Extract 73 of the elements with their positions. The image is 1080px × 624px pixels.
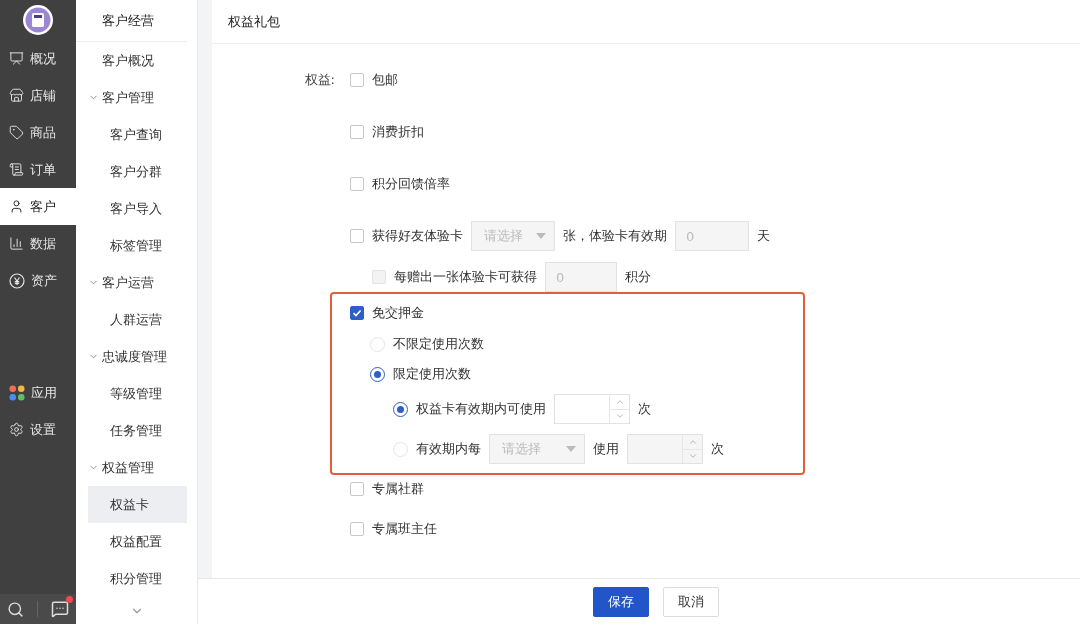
nav-icon: [9, 236, 24, 251]
nav-item[interactable]: 店铺: [0, 77, 76, 114]
benefit-label: 包邮: [372, 71, 398, 89]
radio-button[interactable]: [370, 366, 385, 382]
number-input[interactable]: [554, 394, 630, 424]
search-icon[interactable]: [6, 600, 24, 618]
menu-item[interactable]: 权益卡: [88, 486, 187, 523]
nav-item[interactable]: 设置: [0, 411, 76, 448]
nav-icon: [9, 125, 24, 140]
benefit-label: 积分回馈倍率: [372, 175, 450, 193]
nav-item[interactable]: 客户: [0, 188, 76, 225]
unit-text: 天: [757, 227, 770, 245]
benefit-label: 专属班主任: [372, 520, 437, 538]
unit-text: 使用: [593, 440, 619, 458]
nav-item[interactable]: 商品: [0, 114, 76, 151]
nav-item[interactable]: 概况: [0, 40, 76, 77]
number-input[interactable]: [627, 434, 703, 464]
menu-item[interactable]: 权益配置: [88, 523, 187, 560]
checkbox[interactable]: [350, 522, 364, 536]
option-label: 有效期内每: [416, 440, 481, 458]
menu-item[interactable]: 积分管理: [88, 560, 187, 597]
menu-group[interactable]: 客户运营: [76, 264, 197, 301]
field-label: 权益:: [303, 71, 335, 89]
caret-icon: [536, 233, 546, 239]
unit-text: 次: [711, 440, 724, 458]
menu-group[interactable]: 忠诚度管理: [76, 338, 197, 375]
nav-item[interactable]: 应用: [0, 374, 76, 411]
menu-item[interactable]: 等级管理: [88, 375, 187, 412]
checkbox[interactable]: [350, 73, 364, 87]
nav-item[interactable]: 订单: [0, 151, 76, 188]
nav-item[interactable]: 数据: [0, 225, 76, 262]
checkbox[interactable]: [350, 229, 364, 243]
checkbox[interactable]: [350, 177, 364, 191]
unit-text: 张，体验卡有效期: [563, 227, 667, 245]
benefit-label: 消费折扣: [372, 123, 424, 141]
benefit-label: 获得好友体验卡: [372, 227, 463, 245]
cancel-button[interactable]: 取消: [663, 586, 719, 617]
option-label: 不限定使用次数: [393, 335, 484, 353]
checkbox[interactable]: [350, 125, 364, 139]
checkbox[interactable]: [350, 482, 364, 496]
section-title: 权益礼包: [212, 0, 1080, 44]
caret-icon: [566, 446, 576, 452]
settings-icon: [9, 422, 24, 437]
menu-item[interactable]: 客户导入: [88, 190, 187, 227]
option-label: 权益卡有效期内可使用: [416, 400, 546, 418]
benefit-label: 免交押金: [372, 304, 424, 322]
checkbox[interactable]: [350, 306, 364, 320]
save-button[interactable]: 保存: [593, 586, 649, 617]
menu-item[interactable]: 客户查询: [88, 116, 187, 153]
unit-text: 次: [638, 400, 651, 418]
menu-item[interactable]: 标签管理: [88, 227, 187, 264]
nav-icon: [9, 162, 24, 177]
benefit-label: 专属社群: [372, 480, 424, 498]
benefit-label: 每赠出一张体验卡可获得: [394, 268, 537, 286]
unit-text: 积分: [625, 268, 651, 286]
menu-item[interactable]: 任务管理: [88, 412, 187, 449]
menu-group[interactable]: 客户管理: [76, 79, 197, 116]
nav-icon: [9, 88, 24, 103]
nav-icon: [9, 199, 24, 214]
radio-button[interactable]: [393, 401, 408, 417]
nav-icon: [9, 51, 24, 66]
check-icon: [352, 308, 362, 318]
menu-item[interactable]: 客户分群: [88, 153, 187, 190]
apps-icon: [9, 384, 25, 401]
yen-icon: [9, 272, 25, 289]
logo-icon: [22, 4, 54, 36]
menu-group[interactable]: 权益管理: [76, 449, 197, 486]
option-label: 限定使用次数: [393, 365, 471, 383]
chat-icon[interactable]: [51, 600, 70, 618]
menu-item[interactable]: 客户概况: [76, 42, 187, 79]
nav-item[interactable]: 资产: [0, 262, 76, 299]
menu-item[interactable]: 人群运营: [88, 301, 187, 338]
submenu-title: 客户经营: [76, 0, 187, 42]
